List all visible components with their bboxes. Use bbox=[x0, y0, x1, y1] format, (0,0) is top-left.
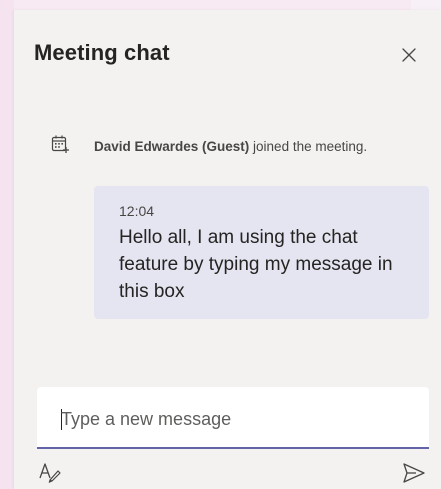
panel-title: Meeting chat bbox=[34, 40, 170, 65]
window-background-top bbox=[0, 0, 441, 10]
format-icon bbox=[39, 463, 61, 483]
join-event-text: David Edwardes (Guest) joined the meetin… bbox=[94, 138, 394, 155]
event-action: joined the meeting. bbox=[249, 139, 368, 154]
message-timestamp: 12:04 bbox=[119, 203, 155, 219]
send-button[interactable] bbox=[402, 462, 426, 484]
window-background-corner bbox=[411, 0, 441, 10]
message-input[interactable] bbox=[61, 406, 411, 432]
compose-box[interactable] bbox=[37, 387, 429, 449]
calendar-icon bbox=[50, 134, 70, 154]
format-button[interactable] bbox=[38, 460, 62, 484]
send-icon bbox=[403, 463, 425, 483]
chat-message[interactable]: 12:04 Hello all, I am using the chat fea… bbox=[94, 186, 429, 319]
window-background-left bbox=[0, 0, 14, 489]
close-icon bbox=[402, 48, 416, 62]
meeting-chat-panel: Meeting chat David Edwardes (Guest) join… bbox=[14, 10, 441, 489]
close-button[interactable] bbox=[399, 45, 419, 65]
participant-name: David Edwardes (Guest) bbox=[94, 139, 250, 154]
message-text: Hello all, I am using the chat feature b… bbox=[119, 227, 393, 302]
